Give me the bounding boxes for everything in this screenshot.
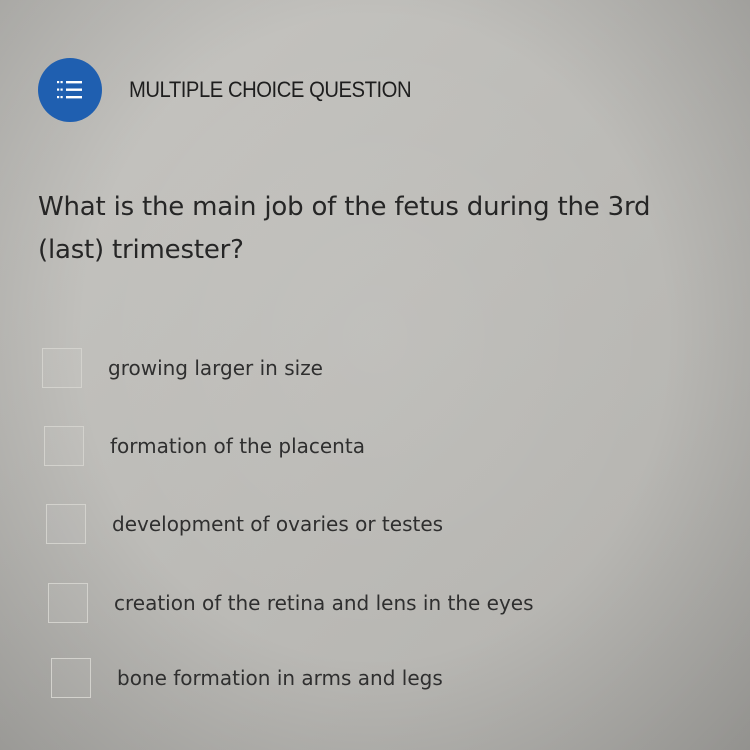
question-text: What is the main job of the fetus during… (38, 192, 651, 265)
choice-label: bone formation in arms and legs (117, 666, 443, 690)
choice-checkbox[interactable] (51, 658, 91, 698)
choice-checkbox[interactable] (48, 583, 88, 623)
question-header: MULTIPLE CHOICE QUESTION (38, 58, 436, 122)
choice-option[interactable]: development of ovaries or testes (46, 502, 443, 546)
choice-checkbox[interactable] (42, 348, 82, 388)
choice-label: growing larger in size (108, 356, 323, 380)
choice-label: creation of the retina and lens in the e… (114, 591, 534, 615)
choice-option[interactable]: creation of the retina and lens in the e… (48, 581, 534, 625)
choice-checkbox[interactable] (46, 504, 86, 544)
choice-option[interactable]: bone formation in arms and legs (51, 656, 443, 700)
choice-label: formation of the placenta (110, 434, 365, 458)
choice-option[interactable]: growing larger in size (42, 346, 323, 390)
list-check-icon (38, 58, 102, 122)
choice-option[interactable]: formation of the placenta (44, 424, 365, 468)
choice-checkbox[interactable] (44, 426, 84, 466)
question-type-label: MULTIPLE CHOICE QUESTION (129, 77, 412, 102)
choice-label: development of ovaries or testes (112, 512, 444, 536)
